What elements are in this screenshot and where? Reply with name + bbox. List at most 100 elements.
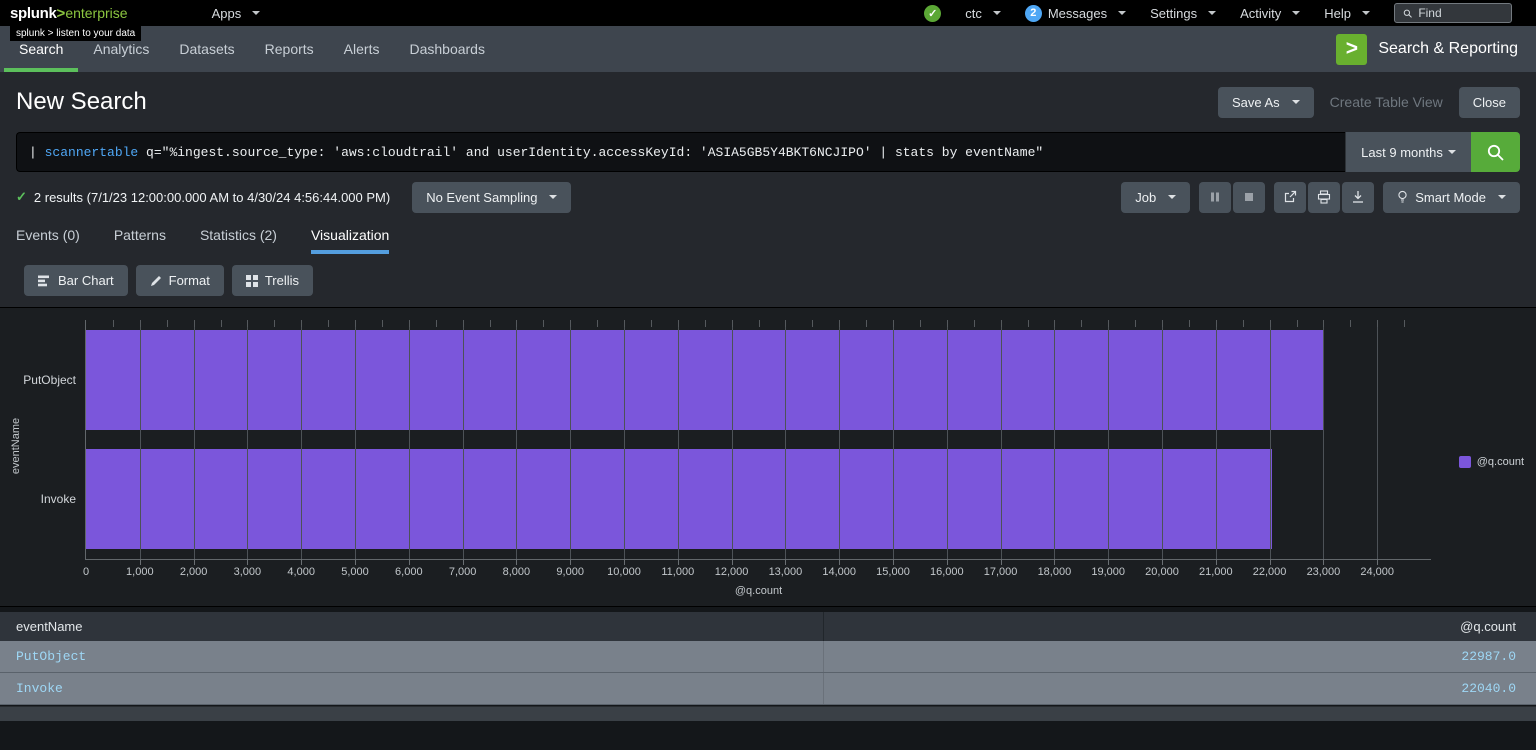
chart-type-button[interactable]: Bar Chart <box>24 265 128 296</box>
chart-gridline <box>1269 320 1271 559</box>
tab-patterns[interactable]: Patterns <box>114 221 166 254</box>
pause-icon <box>1211 192 1220 202</box>
share-job-button[interactable] <box>1274 181 1307 213</box>
appnav-item-datasets[interactable]: Datasets <box>164 26 249 72</box>
chart-minor-tick <box>408 320 410 327</box>
search-mode-button[interactable]: Smart Mode <box>1383 181 1520 213</box>
chart-gridline <box>893 320 894 559</box>
chart-bar-putobject[interactable] <box>86 329 1323 430</box>
stop-job-button[interactable] <box>1233 181 1266 213</box>
print-button[interactable] <box>1308 181 1341 213</box>
chart-gridline <box>516 320 518 559</box>
table-header-count[interactable]: @q.count <box>824 612 1536 641</box>
chart-minor-tick <box>166 320 168 327</box>
chart-minor-tick <box>650 320 652 327</box>
chart-minor-tick <box>946 320 948 327</box>
tab-statistics-2[interactable]: Statistics (2) <box>200 221 277 254</box>
chart-minor-tick <box>1000 320 1002 327</box>
search-icon <box>1487 144 1504 161</box>
find-search-input[interactable] <box>1418 6 1503 20</box>
find-search[interactable] <box>1394 3 1512 23</box>
job-share-controls <box>1274 181 1375 213</box>
chevron-down-icon <box>1118 11 1127 15</box>
run-search-button[interactable] <box>1471 132 1520 172</box>
chart-gridline <box>408 320 410 559</box>
user-menu-label: ctc <box>965 5 982 21</box>
apps-menu[interactable]: Apps <box>212 6 261 21</box>
table-header-eventname[interactable]: eventName <box>0 612 824 641</box>
chart-minor-tick <box>381 320 383 327</box>
chart-tick-label: 11,000 <box>661 566 695 578</box>
chart-axis-tick <box>408 559 410 565</box>
page-title: New Search <box>16 88 147 115</box>
query-pipe: | <box>29 144 45 160</box>
job-controls: Job Smart Mode <box>1121 181 1520 213</box>
trellis-button[interactable]: Trellis <box>231 265 313 296</box>
chart-minor-tick <box>247 320 249 327</box>
export-button[interactable] <box>1342 181 1375 213</box>
create-table-view-link[interactable]: Create Table View <box>1330 94 1443 110</box>
success-check-icon: ✓ <box>16 189 27 204</box>
messages-menu[interactable]: 2 Messages <box>1024 4 1127 22</box>
query-command: scannertable <box>44 144 139 160</box>
chart-tick-label: 24,000 <box>1360 566 1395 578</box>
appnav-item-reports[interactable]: Reports <box>250 26 329 72</box>
chart-tick-label: 7,000 <box>448 566 477 578</box>
time-range-picker[interactable]: Last 9 months <box>1345 132 1471 172</box>
chart-minor-tick <box>1242 320 1244 327</box>
logo-gt-glyph: > <box>56 4 66 22</box>
tab-visualization[interactable]: Visualization <box>310 221 390 254</box>
chart-minor-tick <box>839 320 841 327</box>
settings-menu[interactable]: Settings <box>1150 6 1217 21</box>
search-reporting-app-icon: > <box>1336 33 1368 65</box>
appnav-item-alerts[interactable]: Alerts <box>329 26 395 72</box>
chart-axis-tick <box>1108 559 1110 565</box>
table-row[interactable]: Invoke 22040.0 <box>0 673 1536 705</box>
job-menu-button[interactable]: Job <box>1121 181 1191 213</box>
chart-axis-tick <box>893 559 894 565</box>
chart-bar-invoke[interactable] <box>86 449 1272 550</box>
table-cell-count[interactable]: 22987.0 <box>824 641 1536 672</box>
chart-axis-tick <box>1269 559 1271 565</box>
chart-gridline <box>1323 320 1325 559</box>
format-button[interactable]: Format <box>135 265 224 296</box>
search-query-input[interactable]: | scannertable q="%ingest.source_type: '… <box>16 132 1345 172</box>
search-header-section: New Search Save As Create Table View Clo… <box>0 72 1536 254</box>
trellis-label: Trellis <box>264 273 299 288</box>
splunk-logo[interactable]: splunk > enterprise splunk > listen to you… <box>10 4 142 41</box>
chevron-down-icon <box>549 195 558 199</box>
topbar-right-group: ✓ ctc 2 Messages Settings Activity Help <box>924 3 1512 23</box>
chart-gridline <box>1215 320 1217 559</box>
close-button[interactable]: Close <box>1458 86 1520 118</box>
chart-tick-label: 6,000 <box>395 566 423 578</box>
save-as-button[interactable]: Save As <box>1217 86 1314 118</box>
chart-gridline <box>1000 320 1002 559</box>
app-brand[interactable]: > Search & Reporting <box>1336 26 1536 72</box>
title-row: New Search Save As Create Table View Clo… <box>0 72 1536 126</box>
table-cell-count[interactable]: 22040.0 <box>824 673 1536 704</box>
chart-minor-tick <box>1188 320 1190 327</box>
activity-menu[interactable]: Activity <box>1240 6 1301 21</box>
table-cell-eventname[interactable]: Invoke <box>0 673 824 704</box>
table-row[interactable]: PutObject 22987.0 <box>0 641 1536 673</box>
chart-legend[interactable]: @q.count <box>1458 456 1524 468</box>
chart-tick-label: 22,000 <box>1252 566 1287 578</box>
tab-events-0[interactable]: Events (0) <box>16 221 80 254</box>
appnav-item-dashboards[interactable]: Dashboards <box>394 26 500 72</box>
user-menu[interactable]: ctc <box>965 6 1001 21</box>
health-status-icon[interactable]: ✓ <box>924 4 942 22</box>
help-menu-label: Help <box>1324 5 1351 21</box>
chart-tick-label: 21,000 <box>1198 566 1233 578</box>
chart-minor-tick <box>1323 320 1325 327</box>
chart-minor-tick <box>355 320 356 327</box>
pause-job-button[interactable] <box>1199 181 1232 213</box>
chart-axis-tick <box>570 559 572 565</box>
chart-gridline <box>193 320 195 559</box>
chart-type-label: Bar Chart <box>58 273 114 288</box>
help-menu[interactable]: Help <box>1324 6 1370 21</box>
chevron-down-icon <box>1447 150 1456 154</box>
table-cell-eventname[interactable]: PutObject <box>0 641 824 672</box>
chart-minor-tick <box>1081 320 1083 327</box>
legend-swatch <box>1458 456 1471 468</box>
event-sampling-button[interactable]: No Event Sampling <box>412 181 572 213</box>
